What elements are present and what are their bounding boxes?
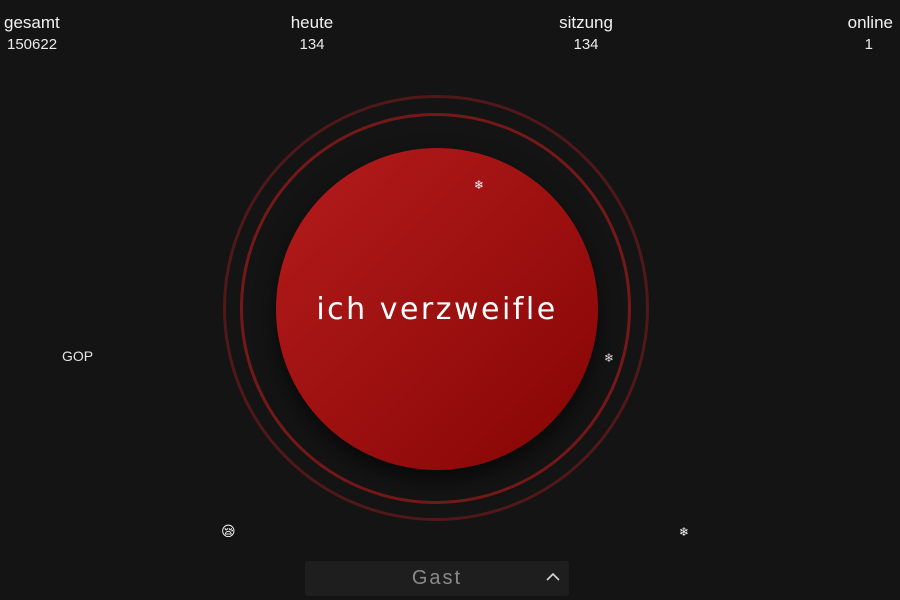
stat-heute-value: 134 <box>299 36 325 53</box>
stat-online-label: online <box>847 13 893 32</box>
stats-bar: gesamt 150622 heute 134 sitzung 134 onli… <box>0 0 900 60</box>
user-select[interactable]: Gast <box>305 561 569 596</box>
sleepy-face-icon: 😪 <box>221 523 236 539</box>
stat-heute: heute 134 <box>270 13 354 54</box>
stat-gesamt-label: gesamt <box>4 13 60 32</box>
stat-heute-label: heute <box>290 13 334 32</box>
stat-sitzung-value: 134 <box>573 36 599 53</box>
stat-online-value: 1 <box>864 36 873 53</box>
stat-online: online 1 <box>848 13 893 54</box>
snowflake-icon: ❄ <box>474 178 485 192</box>
stat-gesamt: gesamt 150622 <box>4 13 60 54</box>
stat-sitzung-label: sitzung <box>559 13 613 32</box>
despair-button[interactable]: ich verzweifle <box>276 148 598 470</box>
snowflake-icon: ❄ <box>679 525 690 539</box>
floating-gop-text: GOP <box>62 348 94 364</box>
snowflake-icon: ❄ <box>604 351 615 365</box>
user-select-value: Gast <box>411 567 463 589</box>
despair-button-label: ich verzweifle <box>316 291 558 327</box>
stat-sitzung: sitzung 134 <box>544 13 628 54</box>
stat-gesamt-value: 150622 <box>7 36 58 53</box>
chevron-up-icon[interactable] <box>543 567 563 587</box>
